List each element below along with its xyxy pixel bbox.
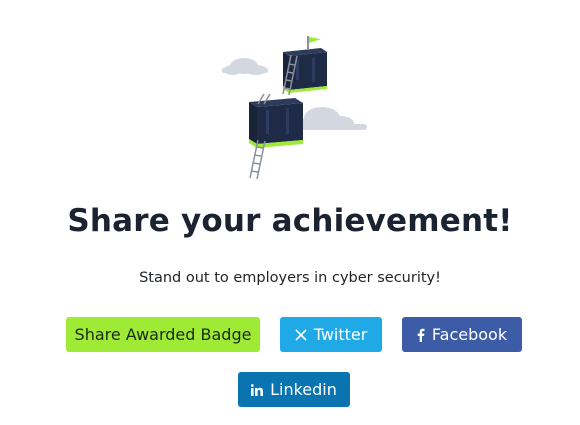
share-awarded-badge-label: Share Awarded Badge — [74, 325, 252, 344]
lower-cube-icon — [249, 98, 303, 148]
facebook-share-button[interactable]: Facebook — [402, 317, 522, 352]
flag-icon — [307, 36, 321, 50]
linkedin-share-button[interactable]: Linkedin — [238, 372, 350, 407]
cloud-left-icon — [222, 58, 268, 75]
linkedin-label: Linkedin — [270, 380, 337, 399]
twitter-label: Twitter — [313, 325, 368, 344]
x-icon — [295, 328, 307, 341]
upper-cube-icon — [283, 48, 327, 93]
achievement-illustration — [222, 36, 367, 180]
page-subtitle: Stand out to employers in cyber security… — [139, 270, 441, 286]
facebook-icon — [417, 328, 425, 342]
linkedin-icon — [251, 383, 264, 396]
facebook-label: Facebook — [431, 325, 508, 344]
share-awarded-badge-button[interactable]: Share Awarded Badge — [66, 317, 260, 352]
share-achievement-panel: Share your achievement! Stand out to emp… — [0, 0, 580, 425]
twitter-share-button[interactable]: Twitter — [280, 317, 382, 352]
page-title: Share your achievement! — [67, 203, 513, 239]
cloud-right-icon — [292, 107, 367, 130]
